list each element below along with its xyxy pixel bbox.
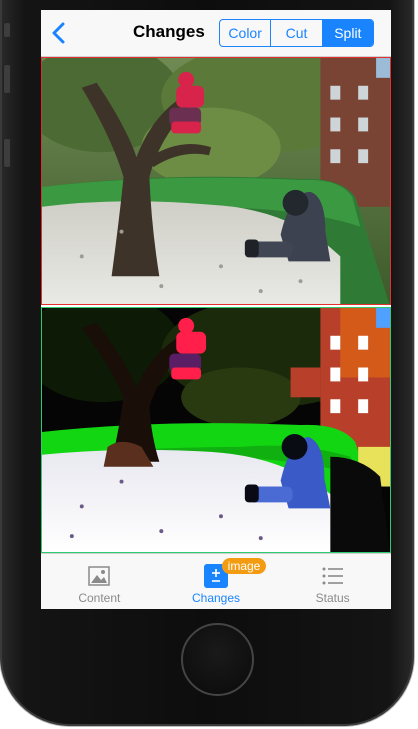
mute-switch <box>3 22 11 38</box>
original-photo <box>42 58 390 304</box>
tab-status-label: Status <box>315 591 350 605</box>
segment-color[interactable]: Color <box>220 20 272 46</box>
tab-bar: Content image Changes Status <box>41 553 391 609</box>
tab-content-label: Content <box>78 591 121 605</box>
image-icon <box>87 564 111 588</box>
original-image[interactable] <box>41 57 391 305</box>
volume-up-button <box>3 64 11 94</box>
image-badge: image <box>221 558 267 574</box>
screen: Changes Color Cut Split Content image Ch… <box>41 10 391 609</box>
page-title: Changes <box>133 22 205 41</box>
tab-content[interactable]: Content <box>41 554 158 609</box>
processed-photo <box>42 308 390 552</box>
segment-split[interactable]: Split <box>322 20 373 46</box>
back-button[interactable] <box>49 21 69 45</box>
processed-image[interactable] <box>41 307 391 553</box>
home-button[interactable] <box>181 623 254 696</box>
view-mode-segmented-control: Color Cut Split <box>219 19 374 47</box>
volume-down-button <box>3 138 11 168</box>
list-icon <box>321 564 345 588</box>
chevron-left-icon <box>52 22 65 44</box>
tab-status[interactable]: Status <box>274 554 391 609</box>
tab-changes-label: Changes <box>191 591 241 605</box>
navigation-bar: Changes Color Cut Split <box>41 10 391 57</box>
segment-cut[interactable]: Cut <box>271 20 323 46</box>
tab-changes[interactable]: image Changes <box>158 554 275 609</box>
